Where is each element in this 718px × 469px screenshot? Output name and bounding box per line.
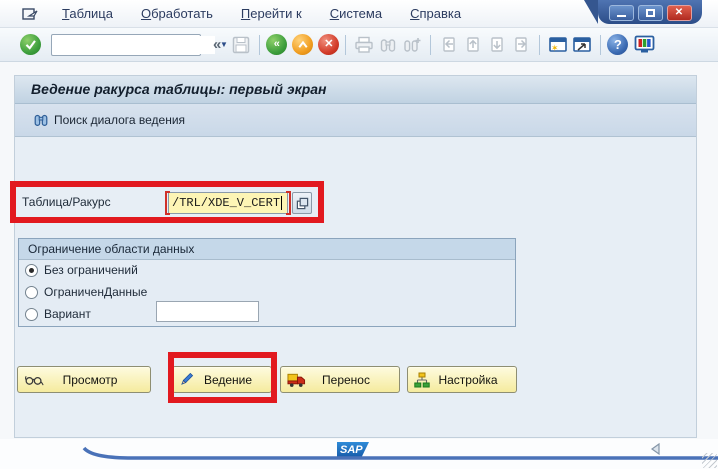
radio-button-icon bbox=[25, 264, 38, 277]
print-icon[interactable] bbox=[352, 33, 376, 57]
command-field[interactable]: ▼ bbox=[51, 34, 201, 56]
last-page-icon[interactable] bbox=[509, 33, 533, 57]
data-restriction-group: Ограничение области данных Без ограничен… bbox=[18, 238, 516, 327]
menu-edit[interactable]: Обработать bbox=[130, 3, 224, 24]
radio-no-restrictions[interactable]: Без ограничений bbox=[25, 263, 138, 277]
minimize-button[interactable] bbox=[609, 5, 634, 21]
menu-bar: Таблица Обработать Перейти к Система Спр… bbox=[0, 0, 718, 28]
customize-layout-icon[interactable] bbox=[632, 33, 656, 57]
find-icon[interactable] bbox=[376, 33, 400, 57]
previous-page-icon[interactable] bbox=[461, 33, 485, 57]
main-panel: Ведение ракурса таблицы: первый экран По… bbox=[14, 75, 697, 438]
screen-body: Таблица/Ракурс /TRL/XDE_V_CERT Ограничен… bbox=[15, 137, 696, 437]
maximize-button[interactable] bbox=[638, 5, 663, 21]
cancel-button[interactable]: ✕ bbox=[318, 34, 339, 55]
next-page-icon[interactable] bbox=[485, 33, 509, 57]
radio-variant[interactable]: Вариант bbox=[25, 307, 91, 321]
create-shortcut-icon[interactable] bbox=[570, 33, 594, 57]
value-help-button[interactable] bbox=[292, 192, 312, 214]
menu-table[interactable]: Таблица bbox=[51, 3, 124, 24]
enter-button[interactable] bbox=[20, 34, 41, 55]
menu-goto[interactable]: Перейти к bbox=[230, 3, 313, 24]
back-button[interactable]: « bbox=[266, 34, 287, 55]
toolbar-separator bbox=[345, 35, 346, 55]
maintain-button[interactable]: Ведение bbox=[172, 366, 272, 393]
find-maintenance-dialog-label: Поиск диалога ведения bbox=[54, 113, 185, 127]
standard-toolbar: ▼ « « ✕ bbox=[0, 28, 718, 62]
toolbar-separator bbox=[259, 35, 260, 55]
page-title: Ведение ракурса таблицы: первый экран bbox=[15, 76, 696, 104]
radio-label: Вариант bbox=[44, 307, 91, 321]
pencil-icon bbox=[179, 372, 194, 387]
find-next-icon[interactable] bbox=[400, 33, 424, 57]
toolbar-separator bbox=[600, 35, 601, 55]
display-button[interactable]: Просмотр bbox=[17, 366, 151, 393]
radio-button-icon bbox=[25, 286, 38, 299]
matchcode-icon bbox=[296, 197, 309, 210]
binoculars-icon bbox=[33, 112, 49, 128]
window-controls: ✕ bbox=[598, 0, 702, 24]
table-view-field[interactable]: /TRL/XDE_V_CERT bbox=[168, 192, 288, 214]
transport-button[interactable]: Перенос bbox=[280, 366, 400, 393]
system-menu-icon[interactable] bbox=[22, 7, 39, 21]
menu-help[interactable]: Справка bbox=[399, 3, 472, 24]
save-icon[interactable] bbox=[229, 33, 253, 57]
customizing-button[interactable]: Настройка bbox=[407, 366, 517, 393]
focus-bracket-left bbox=[165, 191, 170, 215]
svg-text:✶: ✶ bbox=[551, 43, 559, 53]
group-title: Ограничение области данных bbox=[19, 239, 515, 260]
radio-label: Без ограничений bbox=[44, 263, 138, 277]
variant-input[interactable] bbox=[156, 301, 259, 322]
focus-bracket-right bbox=[286, 191, 291, 215]
radio-button-icon bbox=[25, 308, 38, 321]
help-button[interactable]: ? bbox=[607, 34, 628, 55]
toolbar-separator bbox=[539, 35, 540, 55]
text-cursor bbox=[281, 196, 282, 210]
new-session-icon[interactable]: ✶ bbox=[546, 33, 570, 57]
sap-gui-window: Таблица Обработать Перейти к Система Спр… bbox=[0, 0, 718, 469]
command-input[interactable] bbox=[52, 36, 215, 54]
hierarchy-icon bbox=[414, 372, 430, 388]
find-maintenance-dialog-button[interactable]: Поиск диалога ведения bbox=[27, 109, 191, 131]
first-page-icon[interactable] bbox=[437, 33, 461, 57]
check-icon bbox=[24, 38, 37, 51]
exit-button[interactable] bbox=[292, 34, 313, 55]
collapse-toolbar-icon[interactable]: « bbox=[213, 36, 221, 53]
table-view-value: /TRL/XDE_V_CERT bbox=[169, 196, 280, 210]
radio-restricted-data[interactable]: ОграниченДанные bbox=[25, 285, 147, 299]
close-button[interactable]: ✕ bbox=[667, 5, 692, 21]
radio-label: ОграниченДанные bbox=[44, 285, 147, 299]
resize-grip[interactable] bbox=[702, 453, 717, 468]
glasses-icon bbox=[24, 373, 44, 387]
truck-icon bbox=[287, 372, 306, 388]
menu-system[interactable]: Система bbox=[319, 3, 393, 24]
application-toolbar: Поиск диалога ведения bbox=[15, 104, 696, 137]
table-view-label: Таблица/Ракурс bbox=[22, 195, 111, 209]
chevron-up-icon bbox=[297, 39, 309, 51]
status-expand-icon[interactable] bbox=[649, 442, 662, 456]
toolbar-separator bbox=[430, 35, 431, 55]
